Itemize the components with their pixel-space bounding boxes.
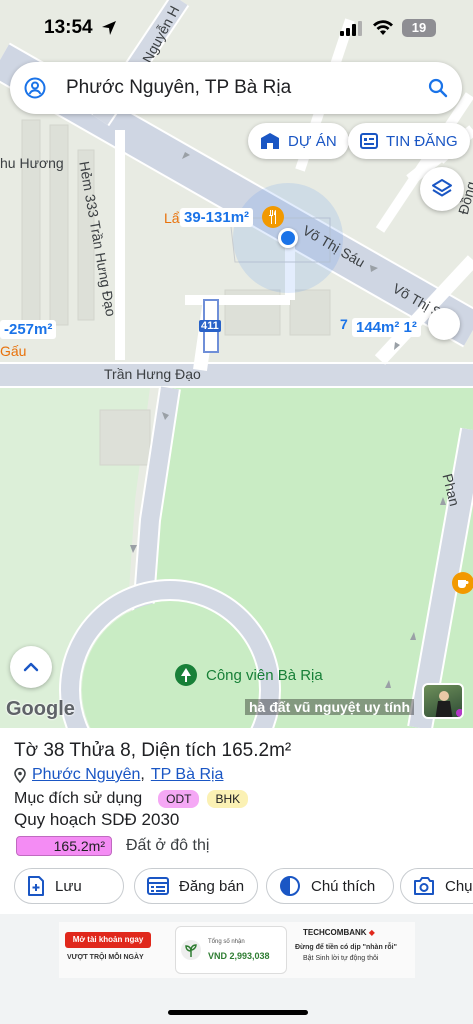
area-label-partial: 7 xyxy=(340,316,348,332)
ad-left-button: Mở tài khoản ngay xyxy=(65,932,151,948)
sell-button[interactable]: Đăng bán xyxy=(134,868,258,904)
road-label-hu-huong: hu Hương xyxy=(0,155,64,171)
plan-row: 165.2m² Đất ở đô thị xyxy=(16,836,209,856)
layers-icon xyxy=(432,179,452,197)
camera-add-icon xyxy=(414,877,434,895)
land-use-label: Mục đích sử dụng xyxy=(14,790,143,807)
park-pin-icon[interactable] xyxy=(175,664,197,686)
map-caption: hà đất vũ nguyệt uy tính xyxy=(245,699,415,715)
ad-mid-label: Tổng số nhận xyxy=(208,939,245,945)
area-tag-1[interactable]: 39-131m² xyxy=(180,208,254,227)
capture-button[interactable]: Chụ xyxy=(400,868,473,904)
sell-label: Đăng bán xyxy=(179,877,245,895)
search-input[interactable]: Phước Nguyên, TP Bà Rịa xyxy=(66,77,291,99)
ad-banner[interactable]: Mở tài khoản ngay VƯỢT TRỘI MỖI NGÀY Tổn… xyxy=(59,922,415,978)
status-time: 13:54 xyxy=(44,17,93,38)
ad-left-sub: VƯỢT TRỘI MỖI NGÀY xyxy=(67,954,144,961)
ad-mid-value: VND 2,993,038 xyxy=(208,951,270,961)
wifi-icon xyxy=(373,20,393,35)
area-tag-2[interactable]: -257m² xyxy=(0,320,57,339)
tin-dang-label: TIN ĐĂNG xyxy=(386,132,458,150)
location-pin-icon xyxy=(14,767,26,783)
save-button[interactable]: Lưu xyxy=(14,868,124,904)
list-icon xyxy=(147,877,169,895)
signal-icon xyxy=(340,21,362,36)
badge-bhk: BHK xyxy=(207,790,249,808)
account-icon[interactable] xyxy=(24,77,46,99)
ward-link[interactable]: Phước Nguyên xyxy=(32,766,140,784)
area-tag-3-sup: 1² xyxy=(403,319,417,336)
tin-dang-chip[interactable]: TIN ĐĂNG xyxy=(348,123,470,159)
plan-area: 165.2m² xyxy=(16,836,112,856)
my-location-dot xyxy=(278,228,298,248)
half-circle-icon xyxy=(280,876,300,896)
badge-odt: ODT xyxy=(158,790,200,808)
add-document-icon xyxy=(28,876,44,896)
legend-button[interactable]: Chú thích xyxy=(266,868,394,904)
search-icon[interactable] xyxy=(428,78,448,98)
capture-label: Chụ xyxy=(445,877,473,895)
compass-button[interactable] xyxy=(428,308,460,340)
du-an-label: DỰ ÁN xyxy=(288,132,337,150)
photo-thumbnail[interactable] xyxy=(422,683,464,719)
location-arrow-icon xyxy=(102,21,116,35)
parcel-location: Phước Nguyên, TP Bà Rịa xyxy=(14,766,223,784)
legend-label: Chú thích xyxy=(311,877,376,895)
du-an-chip[interactable]: DỰ ÁN xyxy=(248,123,349,159)
poi-label-gau: Gấu xyxy=(0,343,27,359)
highway-shield: 411 xyxy=(199,320,221,332)
area-tag-3-value: 144m² xyxy=(356,319,400,336)
ad-left-label: Mở tài khoản ngay xyxy=(72,935,144,944)
cafe-icon[interactable] xyxy=(452,572,473,594)
layers-button[interactable] xyxy=(420,167,464,211)
ad-brand-label: TECHCOMBANK xyxy=(303,928,367,937)
ad-phone: Tổng số nhận VND 2,993,038 xyxy=(175,926,287,974)
plant-icon xyxy=(181,940,201,960)
park-label: Công viên Bà Rịa xyxy=(206,667,323,684)
poi-label-lau: Lẩ xyxy=(164,210,180,226)
ad-placeholder xyxy=(0,984,473,1010)
ad-right-line1: Đừng để tiền có dịp "nhàn rỗi" xyxy=(295,944,397,951)
ad-area: Mở tài khoản ngay VƯỢT TRỘI MỖI NGÀY Tổn… xyxy=(0,914,473,1024)
building-icon xyxy=(261,133,279,149)
land-use-row: Mục đích sử dụng ODT BHK xyxy=(14,790,249,808)
ad-right-line2: Bật Sinh lời tự động thôi xyxy=(303,955,379,962)
chevron-up-icon xyxy=(23,662,39,672)
parcel-info-sheet: Tờ 38 Thửa 8, Diện tích 165.2m² Phước Ng… xyxy=(0,728,473,914)
search-bar[interactable]: Phước Nguyên, TP Bà Rịa xyxy=(10,62,462,114)
parcel-title: Tờ 38 Thửa 8, Diện tích 165.2m² xyxy=(14,740,292,761)
plan-type: Đất ở đô thị xyxy=(126,837,210,854)
listing-icon xyxy=(360,133,378,149)
road-label-tran-hung-dao: Trần Hưng Đạo xyxy=(104,366,201,382)
city-link[interactable]: TP Bà Rịa xyxy=(151,766,224,784)
ad-brand: TECHCOMBANK ◆ xyxy=(303,928,375,937)
home-indicator[interactable] xyxy=(168,1010,308,1015)
expand-up-button[interactable] xyxy=(10,646,52,688)
location-separator: , xyxy=(140,766,145,783)
restaurant-icon[interactable] xyxy=(262,206,284,228)
plan-label: Quy hoạch SDĐ 2030 xyxy=(14,810,180,829)
area-tag-3[interactable]: 144m² 1² xyxy=(352,318,421,337)
status-bar: 13:54 19 xyxy=(0,0,473,58)
save-label: Lưu xyxy=(55,877,82,895)
battery-indicator: 19 xyxy=(402,19,436,37)
google-logo: Google xyxy=(6,698,75,720)
